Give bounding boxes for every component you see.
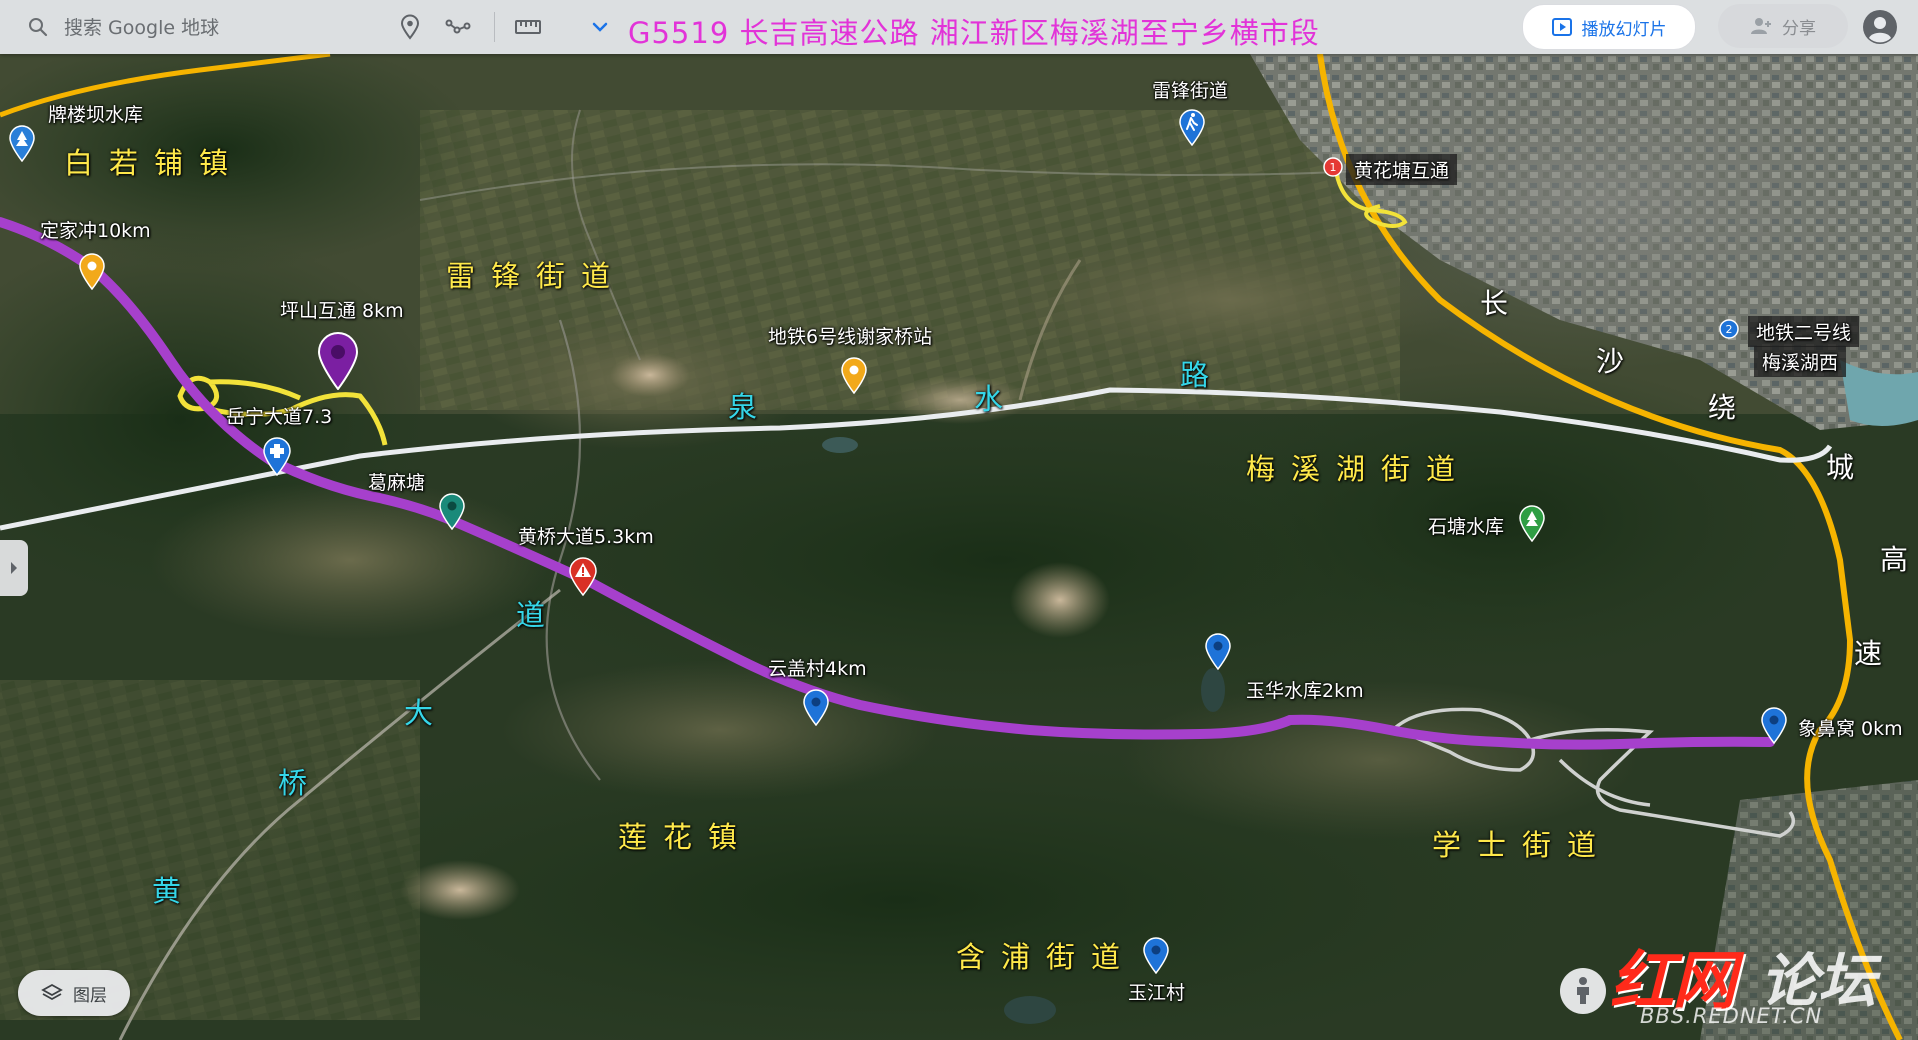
poi-label-yungai: 云盖村4km	[768, 658, 867, 680]
share-label: 分享	[1782, 18, 1816, 39]
road-char-qiao: 桥	[278, 766, 308, 800]
search-input[interactable]	[62, 12, 366, 44]
poi-label-gematang: 葛麻塘	[368, 472, 426, 494]
marker-blue-icon[interactable]	[1142, 936, 1170, 974]
road-char-huang: 黄	[152, 874, 182, 908]
quarry-left	[400, 860, 520, 920]
poi-label-pingshan: 坪山互通 8km	[280, 300, 404, 322]
marker-blue-icon[interactable]	[1760, 706, 1788, 744]
field-2	[150, 480, 550, 640]
map-title: G5519 长吉高速公路 湘江新区梅溪湖至宁乡横市段	[628, 16, 1320, 50]
marker-blue-icon[interactable]	[802, 688, 830, 726]
layers-label: 图层	[73, 985, 107, 1006]
slideshow-label: 播放幻灯片	[1581, 19, 1667, 40]
ring-char-su: 速	[1854, 637, 1883, 670]
layers-button[interactable]: 图层	[18, 970, 130, 1016]
quarry-center	[1010, 562, 1110, 638]
district-label-xueshi: 学士街道	[1432, 828, 1613, 862]
place-marker-icon[interactable]	[396, 13, 424, 41]
poi-label-leifeng: 雷锋街道	[1152, 80, 1229, 102]
construction-site	[610, 353, 690, 397]
numbered-marker-icon[interactable]: 2	[1718, 318, 1740, 340]
hiking-icon[interactable]	[1178, 108, 1206, 146]
ring-char-cheng: 城	[1826, 451, 1855, 484]
marker-orange-icon[interactable]	[78, 252, 106, 290]
share-button[interactable]: 分享	[1718, 4, 1848, 48]
road-char-da: 大	[404, 696, 434, 730]
road-char-shui: 水	[974, 382, 1004, 416]
watermark-url: BBS.REDNET.CN	[1640, 1004, 1823, 1028]
poi-label-meixihuxi: 梅溪湖西	[1754, 346, 1847, 377]
district-label-leifeng: 雷锋街道	[446, 259, 627, 293]
satellite-map[interactable]	[0, 0, 1918, 1040]
chevron-down-icon[interactable]	[586, 13, 614, 41]
poi-label-yuhua: 玉华水库2km	[1246, 680, 1364, 702]
poi-label-yuening: 岳宁大道7.3	[226, 406, 333, 428]
rednet-watermark: 红网 论坛 BBS.REDNET.CN	[1610, 930, 1910, 1030]
street-view-button[interactable]	[1560, 968, 1606, 1014]
slideshow-button[interactable]: 播放幻灯片	[1522, 4, 1696, 50]
poi-label-metro-line2: 地铁二号线	[1748, 316, 1860, 347]
numbered-marker-icon[interactable]: 1	[1322, 156, 1344, 178]
poi-label-xiejiaqiao: 地铁6号线谢家桥站	[768, 326, 933, 348]
pond-3	[1004, 996, 1056, 1024]
pegman-icon	[1577, 977, 1589, 1004]
district-label-bairuopu: 白若铺镇	[64, 146, 245, 180]
numbered-marker-text: 2	[1726, 323, 1733, 336]
district-label-hanpu: 含浦街道	[956, 940, 1137, 974]
road-char-lu: 路	[1180, 358, 1210, 392]
field-4	[500, 660, 940, 800]
path-icon[interactable]	[444, 13, 472, 41]
ruler-icon[interactable]	[514, 13, 542, 41]
park-icon[interactable]	[1518, 504, 1546, 542]
medical-marker-icon[interactable]	[262, 436, 292, 476]
search-icon[interactable]	[26, 15, 50, 39]
toolbar-separator	[494, 12, 495, 42]
warning-marker-icon[interactable]	[568, 556, 598, 596]
account-icon[interactable]	[1862, 9, 1898, 45]
poi-label-huanghuatang: 黄花塘互通	[1346, 154, 1458, 185]
marker-blue-icon[interactable]	[1204, 632, 1232, 670]
marker-teal-icon[interactable]	[438, 492, 466, 530]
layers-icon	[41, 983, 63, 1001]
chevron-right-icon	[11, 562, 17, 574]
poi-label-shitang: 石塘水库	[1428, 516, 1505, 538]
ring-char-sha: 沙	[1596, 345, 1625, 378]
district-label-lianhua: 莲花镇	[618, 820, 754, 854]
poi-label-dingjiachong: 定家冲10km	[40, 220, 151, 242]
poi-label-pailouba: 牌楼坝水库	[48, 104, 144, 126]
ring-char-gao: 高	[1880, 543, 1909, 576]
park-icon[interactable]	[8, 124, 36, 162]
marker-purple-large-icon[interactable]	[316, 330, 360, 390]
numbered-marker-text: 1	[1330, 161, 1337, 174]
road-char-dao: 道	[516, 598, 546, 632]
marker-orange-icon[interactable]	[840, 356, 868, 394]
district-label-meixihu: 梅溪湖街道	[1246, 452, 1472, 486]
top-toolbar: G5519 长吉高速公路 湘江新区梅溪湖至宁乡横市段 播放幻灯片 分享	[0, 0, 1918, 54]
pond-1	[822, 437, 858, 453]
road-char-quan: 泉	[728, 390, 758, 424]
slideshow-icon	[1551, 18, 1572, 36]
pond-2	[1201, 668, 1225, 712]
add-person-icon	[1751, 18, 1771, 34]
ring-char-chang: 长	[1480, 287, 1509, 320]
poi-label-huangqiao: 黄桥大道5.3km	[518, 526, 654, 548]
ring-char-rao: 绕	[1708, 391, 1737, 424]
poi-label-xiangbiwo: 象鼻窝 0km	[1798, 718, 1903, 740]
side-panel-toggle[interactable]	[0, 540, 28, 596]
poi-label-yujiang: 玉江村	[1128, 982, 1186, 1004]
